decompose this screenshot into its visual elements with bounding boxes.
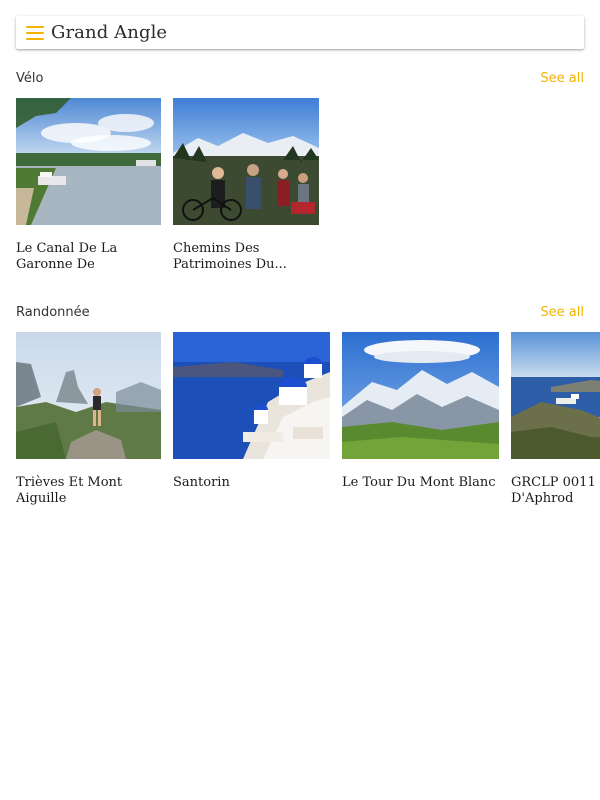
app-title: Grand Angle xyxy=(51,22,168,43)
card-title: GRCLP 0011 Cy L'île D'Aphrod xyxy=(511,475,600,506)
card-carousel[interactable]: Trièves Et Mont Aiguille Santorin Le Tou… xyxy=(16,332,600,512)
trip-card[interactable]: Le Tour Du Mont Blanc xyxy=(342,332,499,491)
card-title: Le Tour Du Mont Blanc xyxy=(342,475,496,490)
mont-blanc-photo xyxy=(342,332,499,459)
santorini-photo xyxy=(173,332,330,459)
hiker-mountain-photo xyxy=(16,332,161,459)
cyclists-group-photo xyxy=(173,98,319,225)
trip-card[interactable]: Trièves Et Mont Aiguille xyxy=(16,332,161,507)
section-header: Vélo See all xyxy=(16,71,584,91)
card-title: Trièves Et Mont Aiguille xyxy=(16,475,123,506)
see-all-link[interactable]: See all xyxy=(540,305,584,320)
card-title: Santorin xyxy=(173,475,230,490)
canal-river-photo xyxy=(16,98,161,225)
section-header: Randonnée See all xyxy=(16,305,584,325)
coastal-island-photo xyxy=(511,332,600,459)
card-title: Chemins Des Patrimoines Du... xyxy=(173,241,287,272)
trip-card[interactable]: Santorin xyxy=(173,332,330,491)
card-carousel[interactable]: Le Canal De La Garonne De Bordeau... xyxy=(16,98,600,278)
section-title: Randonnée xyxy=(16,305,90,320)
section-title: Vélo xyxy=(16,71,44,86)
menu-icon-line xyxy=(26,31,44,34)
app-bar: Grand Angle xyxy=(16,16,584,49)
trip-card[interactable]: Le Canal De La Garonne De Bordeau... xyxy=(16,98,161,273)
see-all-link[interactable]: See all xyxy=(540,71,584,86)
trip-card[interactable]: Chemins Des Patrimoines Du... xyxy=(173,98,319,273)
trip-card[interactable]: GRCLP 0011 Cy L'île D'Aphrod xyxy=(511,332,600,507)
menu-icon[interactable] xyxy=(26,25,44,40)
menu-icon-line xyxy=(26,37,44,40)
menu-icon-line xyxy=(26,25,44,28)
card-title: Le Canal De La Garonne De Bordeau... xyxy=(16,241,118,272)
